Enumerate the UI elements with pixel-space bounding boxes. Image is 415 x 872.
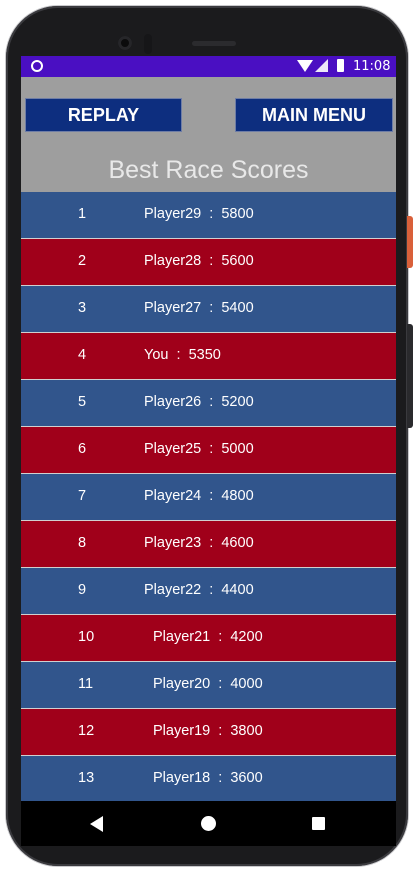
circle-icon: [31, 60, 43, 72]
volume-button[interactable]: [407, 324, 413, 428]
score-row: 13 Player18 : 3600: [21, 756, 396, 803]
page-title: Best Race Scores: [108, 156, 309, 184]
app-screen: 11:08 REPLAY MAIN MENU Best Race Scores …: [21, 56, 396, 846]
score-row: 4 You : 5350: [21, 333, 396, 380]
score-entry: Player29 : 5800: [144, 206, 254, 222]
score-row: 12 Player19 : 3800: [21, 709, 396, 756]
wifi-icon: [297, 60, 313, 72]
score-row: 1 Player29 : 5800: [21, 192, 396, 239]
score-rank: 5: [78, 394, 87, 410]
score-entry: You : 5350: [144, 347, 221, 363]
score-rank: 13: [78, 770, 95, 786]
score-entry: Player26 : 5200: [144, 394, 254, 410]
score-entry: Player18 : 3600: [153, 770, 263, 786]
recent-square-icon[interactable]: [312, 817, 325, 830]
score-entry: Player20 : 4000: [153, 676, 263, 692]
score-rank: 12: [78, 723, 95, 739]
score-row: 3 Player27 : 5400: [21, 286, 396, 333]
earpiece-speaker: [192, 41, 236, 46]
score-row: 7 Player24 : 4800: [21, 474, 396, 521]
signal-icon: [315, 59, 328, 72]
score-entry: Player19 : 3800: [153, 723, 263, 739]
score-row: 6 Player25 : 5000: [21, 427, 396, 474]
score-entry: Player25 : 5000: [144, 441, 254, 457]
score-rank: 6: [78, 441, 87, 457]
score-rank: 9: [78, 582, 87, 598]
score-entry: Player22 : 4400: [144, 582, 254, 598]
score-rank: 2: [78, 253, 87, 269]
score-row: 8 Player23 : 4600: [21, 521, 396, 568]
score-entry: Player21 : 4200: [153, 629, 263, 645]
score-rank: 4: [78, 347, 87, 363]
score-rank: 10: [78, 629, 95, 645]
score-list[interactable]: 1 Player29 : 5800 2 Player28 : 5600 3 Playe…: [21, 192, 396, 803]
status-bar: 11:08: [21, 56, 396, 77]
score-entry: Player28 : 5600: [144, 253, 254, 269]
score-row: 9 Player22 : 4400: [21, 568, 396, 615]
score-row: 11 Player20 : 4000: [21, 662, 396, 709]
power-button[interactable]: [407, 216, 413, 268]
front-camera: [118, 36, 132, 50]
navigation-bar: [21, 801, 396, 846]
score-rank: 1: [78, 206, 87, 222]
score-entry: Player23 : 4600: [144, 535, 254, 551]
proximity-sensor: [144, 34, 152, 54]
battery-icon: [337, 59, 344, 72]
status-time: 11:08: [353, 59, 391, 74]
score-entry: Player27 : 5400: [144, 300, 254, 316]
score-rank: 3: [78, 300, 87, 316]
score-rank: 11: [78, 676, 94, 692]
back-triangle-icon[interactable]: [90, 816, 103, 832]
score-entry: Player24 : 4800: [144, 488, 254, 504]
score-row: 10 Player21 : 4200: [21, 615, 396, 662]
score-row: 2 Player28 : 5600: [21, 239, 396, 286]
replay-button[interactable]: REPLAY: [25, 98, 182, 132]
main-menu-button[interactable]: MAIN MENU: [235, 98, 393, 132]
score-rank: 7: [78, 488, 87, 504]
score-row: 5 Player26 : 5200: [21, 380, 396, 427]
score-rank: 8: [78, 535, 87, 551]
home-circle-icon[interactable]: [201, 816, 216, 831]
